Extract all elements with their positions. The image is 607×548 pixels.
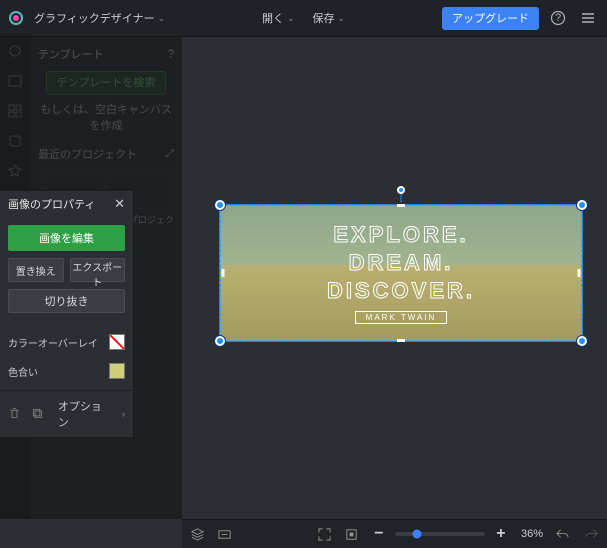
actual-size-icon[interactable] <box>344 527 359 542</box>
panel-footer: オプション › <box>0 390 133 437</box>
sidebar-recent-heading: 最近のプロジェクト ⤢ <box>38 143 174 165</box>
menu-save[interactable]: 保存 ⌄ <box>313 10 346 26</box>
resize-handle-tl[interactable] <box>215 200 225 210</box>
resize-handle-tr[interactable] <box>577 200 587 210</box>
color-overlay-label: カラーオーバーレイ <box>8 335 98 350</box>
panel-header: 画像のプロパティ ✕ <box>0 191 133 217</box>
top-menu: 開く ⌄ 保存 ⌄ <box>262 10 345 26</box>
expand-icon[interactable]: ⤢ <box>165 148 174 161</box>
zoom-slider[interactable] <box>395 532 485 536</box>
blank-canvas-text: もしくは、空白キャンバスを作成 <box>38 101 174 133</box>
resize-handle-bottom[interactable] <box>397 339 405 342</box>
zoom-out-button[interactable]: − <box>371 526 387 542</box>
artwork-author: MARK TWAIN <box>355 311 448 324</box>
app-title[interactable]: グラフィックデザイナー ⌄ <box>34 10 165 26</box>
rotation-handle[interactable] <box>397 186 405 194</box>
artwork-line2: DREAM. <box>349 250 454 276</box>
hamburger-menu-icon[interactable] <box>577 7 599 29</box>
crop-button[interactable]: 切り抜き <box>8 289 125 313</box>
replace-button[interactable]: 置き換え <box>8 258 64 282</box>
app-logo-icon <box>8 10 24 26</box>
fit-screen-icon[interactable] <box>317 527 332 542</box>
selected-image[interactable]: EXPLORE. DREAM. DISCOVER. MARK TWAIN <box>220 205 582 341</box>
color-overlay-row[interactable]: カラーオーバーレイ <box>8 331 125 353</box>
zoom-in-button[interactable]: + <box>493 526 509 542</box>
rail-star-icon[interactable] <box>7 163 23 179</box>
canvas-area[interactable]: EXPLORE. DREAM. DISCOVER. MARK TWAIN <box>182 37 607 519</box>
resize-handle-left[interactable] <box>222 269 225 277</box>
zoom-controls: − + 36% <box>371 526 543 542</box>
chevron-down-icon: ⌄ <box>338 13 346 24</box>
top-bar: グラフィックデザイナー ⌄ 開く ⌄ 保存 ⌄ アップグレード ? <box>0 0 607 37</box>
menu-save-label: 保存 <box>313 10 335 26</box>
search-templates-button[interactable]: テンプレートを検索 <box>46 71 166 95</box>
rail-shape-icon[interactable] <box>7 133 23 149</box>
redo-icon[interactable] <box>584 527 599 542</box>
svg-text:?: ? <box>555 12 561 24</box>
undo-icon[interactable] <box>555 527 570 542</box>
sidebar-templates-heading: テンプレート ? <box>38 43 174 65</box>
zoom-slider-thumb[interactable] <box>412 530 421 539</box>
panel-title: 画像のプロパティ <box>8 196 95 212</box>
export-button[interactable]: エクスポート <box>70 258 126 282</box>
layers-icon[interactable] <box>190 527 205 542</box>
rail-image-icon[interactable] <box>7 73 23 89</box>
tint-row[interactable]: 色合い <box>8 360 125 382</box>
tint-label: 色合い <box>8 364 38 379</box>
upgrade-button[interactable]: アップグレード <box>442 7 539 30</box>
bottom-bar: − + 36% <box>182 519 607 548</box>
duplicate-icon[interactable] <box>31 407 44 422</box>
resize-handle-br[interactable] <box>577 336 587 346</box>
artwork-text-group: EXPLORE. DREAM. DISCOVER. MARK TWAIN <box>221 206 581 340</box>
panel-body: 画像を編集 置き換え エクスポート 切り抜き カラーオーバーレイ 色合い <box>0 217 133 390</box>
resize-canvas-icon[interactable] <box>217 527 232 542</box>
resize-handle-top[interactable] <box>397 204 405 207</box>
artwork-line1: EXPLORE. <box>333 222 468 248</box>
tint-swatch[interactable] <box>109 363 125 379</box>
rail-home-icon[interactable] <box>7 43 23 59</box>
chevron-down-icon: ⌄ <box>158 13 166 24</box>
bottombar-right <box>555 527 599 542</box>
options-label: オプション <box>58 398 102 430</box>
color-overlay-swatch[interactable] <box>109 334 125 350</box>
help-dot-icon: ? <box>168 48 174 60</box>
topbar-right: アップグレード ? <box>442 7 599 30</box>
close-icon[interactable]: ✕ <box>114 196 125 212</box>
sidebar-templates-text: テンプレート <box>38 46 104 62</box>
artwork-line3: DISCOVER. <box>327 278 475 304</box>
options-button[interactable]: オプション › <box>58 398 125 430</box>
chevron-right-icon: › <box>122 409 125 419</box>
edit-image-button[interactable]: 画像を編集 <box>8 225 125 251</box>
rail-grid-icon[interactable] <box>7 103 23 119</box>
menu-open[interactable]: 開く ⌄ <box>262 10 295 26</box>
resize-handle-right[interactable] <box>578 269 581 277</box>
resize-handle-bl[interactable] <box>215 336 225 346</box>
help-icon[interactable]: ? <box>547 7 569 29</box>
zoom-percent: 36% <box>521 528 543 540</box>
delete-icon[interactable] <box>8 407 21 422</box>
sidebar-recent-text: 最近のプロジェクト <box>38 146 137 162</box>
app-title-text: グラフィックデザイナー <box>34 10 155 26</box>
chevron-down-icon: ⌄ <box>287 13 295 24</box>
menu-open-label: 開く <box>262 10 284 26</box>
panel-button-row: 置き換え エクスポート <box>8 258 125 282</box>
image-properties-panel: 画像のプロパティ ✕ 画像を編集 置き換え エクスポート 切り抜き カラーオーバ… <box>0 190 134 437</box>
